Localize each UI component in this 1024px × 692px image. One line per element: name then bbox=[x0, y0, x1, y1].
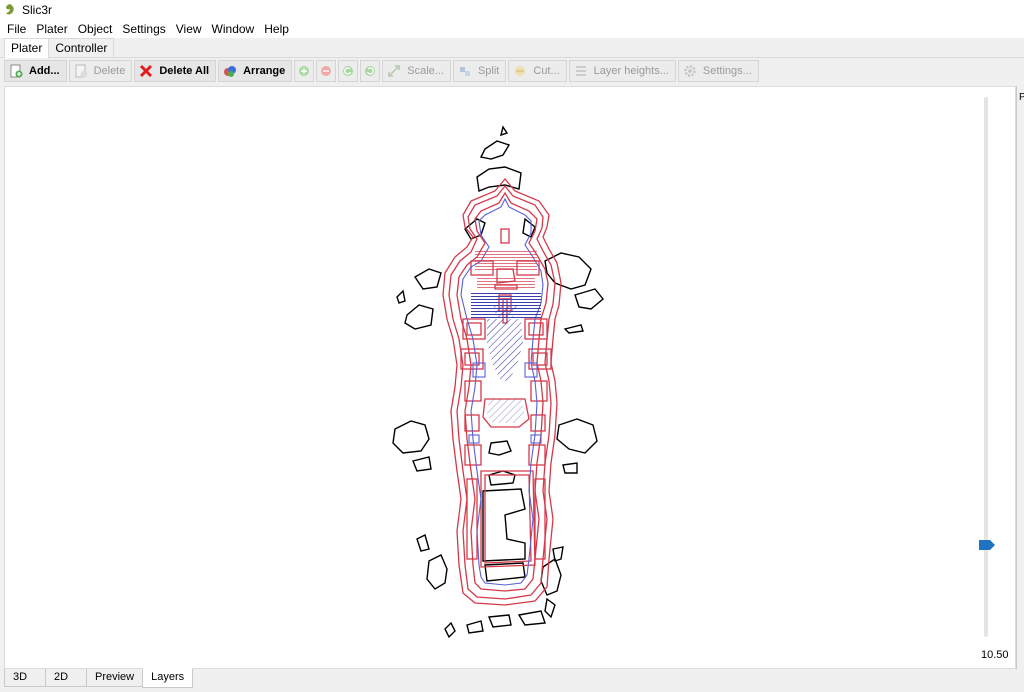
increase-copies-button[interactable] bbox=[294, 60, 315, 82]
rotate-right-icon bbox=[365, 66, 376, 76]
main-tabs: Plater Controller bbox=[0, 38, 1024, 58]
gear-icon bbox=[683, 64, 697, 78]
slic3r-logo-icon bbox=[6, 4, 14, 15]
right-side-panel-edge: P bbox=[1016, 86, 1024, 669]
menu-settings[interactable]: Settings bbox=[117, 22, 170, 36]
layer-height-value: 10.50 bbox=[981, 649, 1009, 661]
tab-2d[interactable]: 2D bbox=[45, 669, 87, 687]
menu-help[interactable]: Help bbox=[259, 22, 294, 36]
scale-button[interactable]: Scale... bbox=[382, 60, 451, 82]
menu-plater[interactable]: Plater bbox=[31, 22, 72, 36]
add-file-icon bbox=[9, 64, 23, 78]
menu-view[interactable]: View bbox=[171, 22, 207, 36]
scale-icon bbox=[387, 64, 401, 78]
top-solid-infill bbox=[475, 249, 537, 271]
rotate-left-icon bbox=[343, 66, 354, 76]
menu-window[interactable]: Window bbox=[207, 22, 260, 36]
minus-circle-icon bbox=[321, 66, 332, 76]
add-button[interactable]: Add... bbox=[4, 60, 67, 82]
layer-heights-button-label: Layer heights... bbox=[593, 65, 669, 77]
tab-3d[interactable]: 3D bbox=[4, 669, 46, 687]
delete-all-button-label: Delete All bbox=[159, 65, 210, 77]
split-button[interactable]: Split bbox=[452, 60, 507, 82]
decrease-copies-button[interactable] bbox=[316, 60, 337, 82]
layer-slider-thumb[interactable] bbox=[979, 540, 995, 551]
rotate-right-button[interactable] bbox=[360, 60, 381, 82]
layers-icon bbox=[574, 64, 588, 78]
delete-icon bbox=[74, 64, 88, 78]
layer-slider-track[interactable] bbox=[984, 97, 988, 637]
menu-object[interactable]: Object bbox=[73, 22, 118, 36]
plus-circle-icon bbox=[299, 66, 310, 76]
scale-button-label: Scale... bbox=[407, 65, 444, 77]
upper-solid-infill bbox=[477, 277, 535, 289]
menu-bar: File Plater Object Settings View Window … bbox=[0, 20, 1024, 38]
plater-toolbar: Add... Delete Delete All Arrange Scale..… bbox=[0, 58, 1024, 84]
split-icon bbox=[458, 64, 472, 78]
window-title: Slic3r bbox=[22, 3, 53, 17]
split-button-label: Split bbox=[477, 65, 500, 77]
delete-all-button[interactable]: Delete All bbox=[134, 60, 217, 82]
tab-plater[interactable]: Plater bbox=[4, 38, 50, 58]
layer-slice-drawing[interactable] bbox=[385, 119, 625, 639]
right-panel-label: P bbox=[1019, 92, 1024, 103]
menu-file[interactable]: File bbox=[2, 22, 31, 36]
rotate-left-button[interactable] bbox=[338, 60, 359, 82]
delete-button-label: Delete bbox=[93, 65, 126, 77]
red-x-icon bbox=[139, 64, 153, 78]
layer-heights-button[interactable]: Layer heights... bbox=[568, 60, 676, 82]
tab-layers[interactable]: Layers bbox=[142, 668, 194, 688]
add-button-label: Add... bbox=[29, 65, 60, 77]
settings-button-label: Settings... bbox=[702, 65, 752, 77]
cut-button[interactable]: Cut... bbox=[508, 60, 567, 82]
tab-preview[interactable]: Preview bbox=[86, 669, 144, 687]
tab-controller[interactable]: Controller bbox=[48, 38, 115, 57]
delete-button[interactable]: Delete bbox=[68, 60, 133, 82]
view-tabs: 3D 2D Preview Layers bbox=[4, 668, 1016, 689]
title-bar: Slic3r bbox=[0, 0, 1024, 20]
arrange-icon bbox=[223, 64, 237, 78]
cut-button-label: Cut... bbox=[533, 65, 560, 77]
arrange-button[interactable]: Arrange bbox=[218, 60, 293, 82]
small-infill bbox=[493, 305, 517, 317]
infill-patch bbox=[487, 399, 525, 423]
cut-icon bbox=[513, 64, 527, 78]
arrange-button-label: Arrange bbox=[243, 65, 286, 77]
perimeter-paths bbox=[442, 177, 562, 606]
settings-button[interactable]: Settings... bbox=[677, 60, 759, 82]
layers-view-canvas[interactable]: 10.50 bbox=[4, 86, 1016, 669]
diagonal-infill bbox=[487, 319, 523, 381]
